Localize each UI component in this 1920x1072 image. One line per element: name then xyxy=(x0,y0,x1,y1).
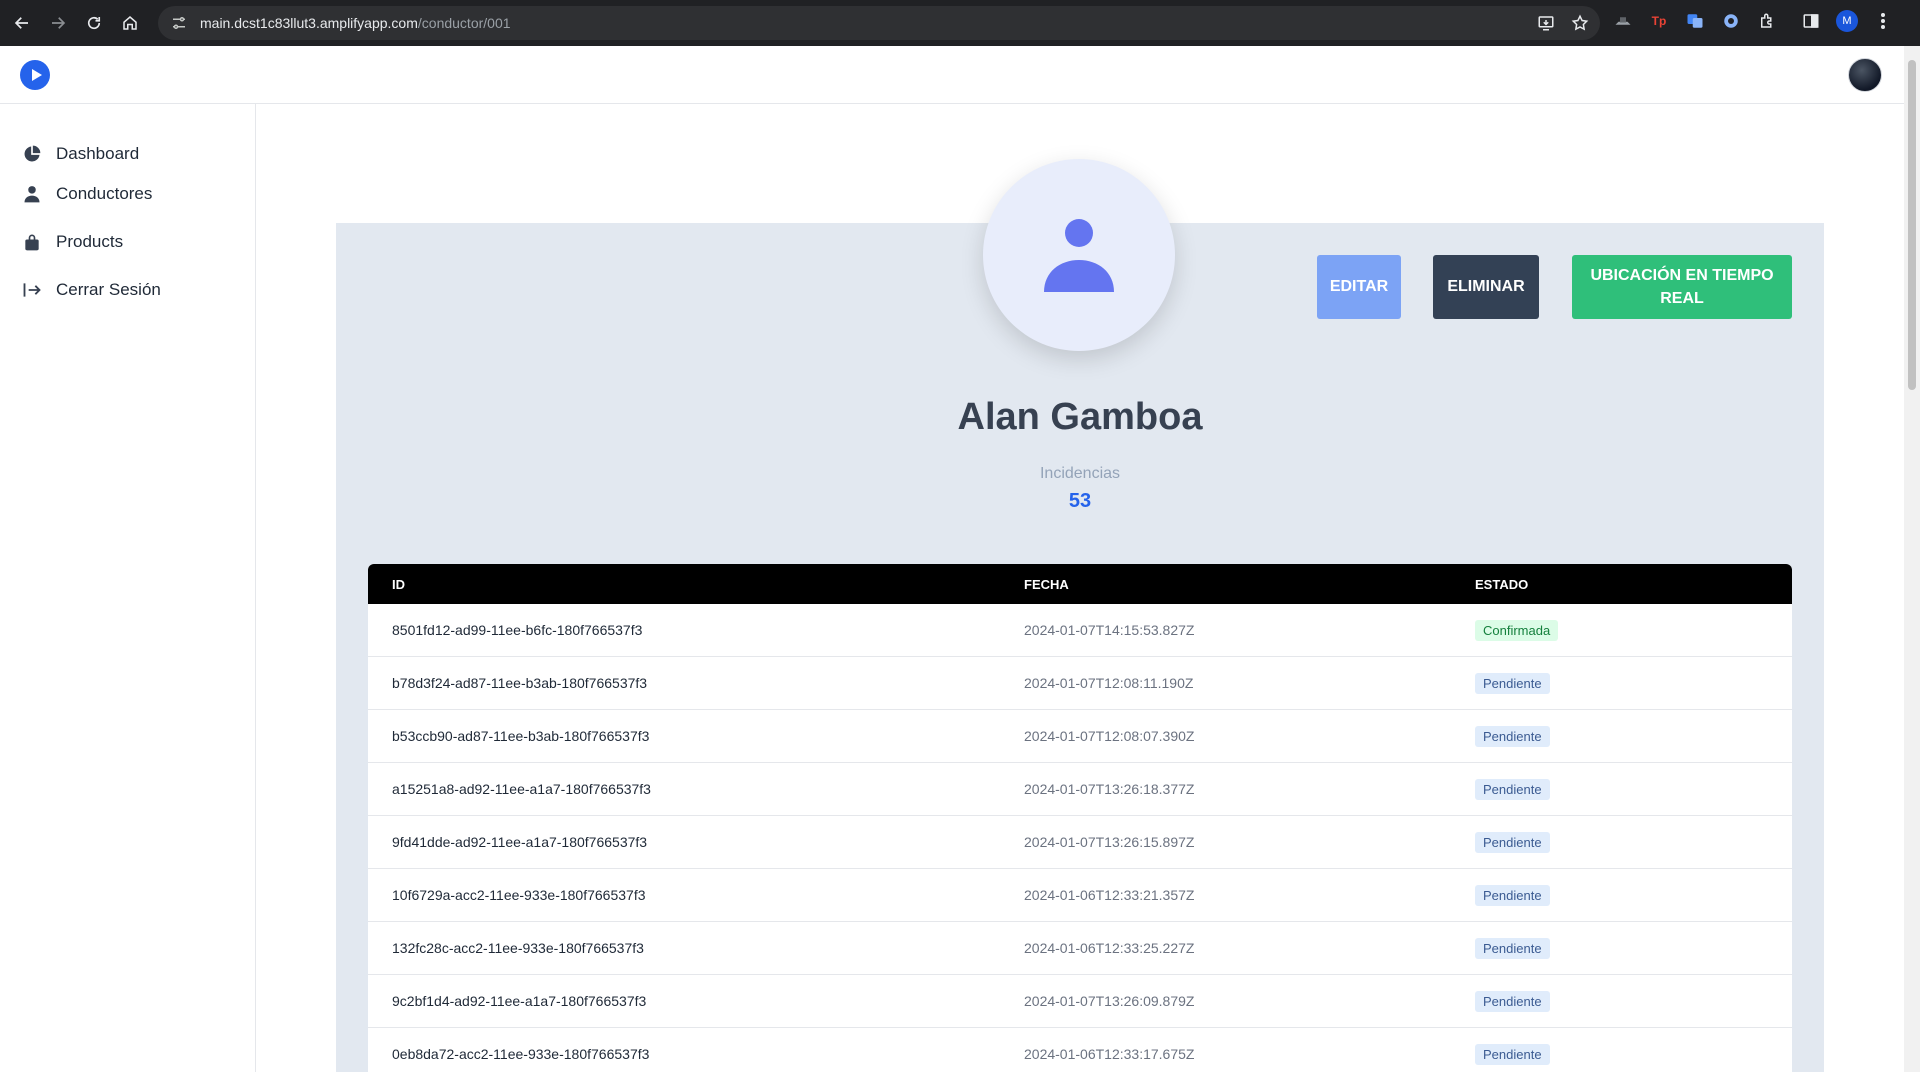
row-state: Pendiente xyxy=(1475,725,1792,747)
driver-avatar xyxy=(983,159,1175,351)
row-state: Pendiente xyxy=(1475,1043,1792,1065)
row-state: Pendiente xyxy=(1475,990,1792,1012)
row-state: Pendiente xyxy=(1475,778,1792,800)
row-id: b78d3f24-ad87-11ee-b3ab-180f766537f3 xyxy=(392,675,648,691)
row-date: 2024-01-06T12:33:21.357Z xyxy=(1024,887,1195,903)
app-logo-icon[interactable] xyxy=(20,60,50,90)
pie-chart-icon xyxy=(24,145,41,162)
status-badge: Pendiente xyxy=(1475,672,1550,694)
url-host: main.dcst1c83llut3.amplifyapp.com xyxy=(200,15,418,31)
extensions-puzzle-icon[interactable] xyxy=(1756,10,1778,32)
address-bar[interactable]: main.dcst1c83llut3.amplifyapp.com/conduc… xyxy=(158,6,1600,40)
row-date: 2024-01-07T13:26:18.377Z xyxy=(1024,781,1195,797)
row-state: Pendiente xyxy=(1475,937,1792,959)
table-row[interactable]: 132fc28c-acc2-11ee-933e-180f766537f3 2024… xyxy=(368,922,1792,975)
table-row[interactable]: 10f6729a-acc2-11ee-933e-180f766537f3 2024… xyxy=(368,869,1792,922)
incidents-count: 53 xyxy=(1068,490,1092,512)
table-row[interactable]: 8501fd12-ad99-11ee-b6fc-180f766537f3 2024… xyxy=(368,604,1792,657)
extension-tp-icon[interactable]: Tp xyxy=(1648,10,1670,32)
extension-hat-icon[interactable] xyxy=(1612,10,1634,32)
status-badge: Pendiente xyxy=(1475,778,1550,800)
row-id: 132fc28c-acc2-11ee-933e-180f766537f3 xyxy=(392,940,644,956)
delete-button[interactable]: ELIMINAR xyxy=(1433,255,1539,319)
browser-toolbar: main.dcst1c83llut3.amplifyapp.com/conduc… xyxy=(0,0,1920,46)
row-id: 0eb8da72-acc2-11ee-933e-180f766537f3 xyxy=(392,1046,650,1062)
table-header: ID FECHA ESTADO xyxy=(368,564,1792,604)
row-id: a15251a8-ad92-11ee-a1a7-180f766537f3 xyxy=(392,781,651,797)
reload-icon[interactable] xyxy=(76,5,112,41)
row-state: Confirmada xyxy=(1475,619,1792,641)
row-date: 2024-01-06T12:33:17.675Z xyxy=(1024,1046,1195,1062)
translate-icon[interactable] xyxy=(1684,10,1706,32)
driver-name: Alan Gamboa xyxy=(957,396,1203,438)
row-id: 9c2bf1d4-ad92-11ee-a1a7-180f766537f3 xyxy=(392,993,647,1009)
incidents-label: Incidencias xyxy=(1039,465,1121,482)
site-info-icon[interactable] xyxy=(170,14,188,32)
back-arrow-icon[interactable] xyxy=(4,5,40,41)
browser-profile-avatar[interactable]: M xyxy=(1836,10,1858,32)
status-badge: Pendiente xyxy=(1475,725,1550,747)
column-header-state: ESTADO xyxy=(1475,576,1529,592)
forward-arrow-icon[interactable] xyxy=(40,5,76,41)
row-date: 2024-01-07T13:26:09.879Z xyxy=(1024,993,1195,1009)
status-badge: Confirmada xyxy=(1475,619,1559,641)
sidebar: Dashboard Conductores Products Cerrar Se… xyxy=(0,104,256,1072)
logout-icon xyxy=(23,283,41,297)
install-app-icon[interactable] xyxy=(1536,13,1556,33)
live-location-button[interactable]: UBICACIÓN EN TIEMPO REAL xyxy=(1572,255,1792,319)
sidebar-item-dashboard[interactable]: Dashboard xyxy=(0,134,255,174)
table-row[interactable]: 0eb8da72-acc2-11ee-933e-180f766537f3 2024… xyxy=(368,1028,1792,1072)
status-badge: Pendiente xyxy=(1475,937,1550,959)
status-badge: Pendiente xyxy=(1475,1043,1550,1065)
browser-menu-icon[interactable] xyxy=(1872,10,1894,32)
row-id: 10f6729a-acc2-11ee-933e-180f766537f3 xyxy=(392,887,646,903)
status-badge: Pendiente xyxy=(1475,831,1550,853)
side-panel-icon[interactable] xyxy=(1800,10,1822,32)
sidebar-item-products[interactable]: Products xyxy=(0,222,255,262)
row-id: 8501fd12-ad99-11ee-b6fc-180f766537f3 xyxy=(392,622,643,638)
home-icon[interactable] xyxy=(112,5,148,41)
lock-bag-icon xyxy=(25,234,39,251)
column-header-id: ID xyxy=(392,576,405,592)
table-row[interactable]: b78d3f24-ad87-11ee-b3ab-180f766537f3 2024… xyxy=(368,657,1792,710)
status-badge: Pendiente xyxy=(1475,884,1550,906)
edit-button[interactable]: EDITAR xyxy=(1317,255,1401,319)
app-header xyxy=(0,46,1904,104)
page-scrollbar[interactable] xyxy=(1904,46,1920,1072)
table-row[interactable]: a15251a8-ad92-11ee-a1a7-180f766537f3 2024… xyxy=(368,763,1792,816)
row-state: Pendiente xyxy=(1475,831,1792,853)
incidents-table: ID FECHA ESTADO 8501fd12-ad99-11ee-b6fc-… xyxy=(368,564,1792,1072)
row-date: 2024-01-06T12:33:25.227Z xyxy=(1024,940,1195,956)
row-date: 2024-01-07T12:08:11.190Z xyxy=(1024,675,1194,691)
sidebar-item-label: Dashboard xyxy=(56,144,140,163)
row-state: Pendiente xyxy=(1475,884,1792,906)
sidebar-item-label: Cerrar Sesión xyxy=(56,280,161,299)
table-row[interactable]: 9c2bf1d4-ad92-11ee-a1a7-180f766537f3 2024… xyxy=(368,975,1792,1028)
sidebar-item-label: Conductores xyxy=(56,184,153,203)
column-header-date: FECHA xyxy=(1024,576,1069,592)
scrollbar-thumb[interactable] xyxy=(1908,60,1916,390)
row-date: 2024-01-07T14:15:53.827Z xyxy=(1024,622,1195,638)
sidebar-item-label: Products xyxy=(56,232,124,251)
table-row[interactable]: b53ccb90-ad87-11ee-b3ab-180f766537f3 2024… xyxy=(368,710,1792,763)
status-badge: Pendiente xyxy=(1475,990,1550,1012)
person-icon xyxy=(1044,219,1114,292)
extension-circle-icon[interactable] xyxy=(1720,10,1742,32)
user-avatar[interactable] xyxy=(1848,58,1882,92)
table-row[interactable]: 9fd41dde-ad92-11ee-a1a7-180f766537f3 2024… xyxy=(368,816,1792,869)
sidebar-item-cerrar-sesion[interactable]: Cerrar Sesión xyxy=(0,270,255,310)
row-state: Pendiente xyxy=(1475,672,1792,694)
row-date: 2024-01-07T13:26:15.897Z xyxy=(1024,834,1195,850)
user-icon xyxy=(24,186,40,203)
row-id: b53ccb90-ad87-11ee-b3ab-180f766537f3 xyxy=(392,728,650,744)
url-path: /conductor/001 xyxy=(417,15,511,31)
row-date: 2024-01-07T12:08:07.390Z xyxy=(1024,728,1195,744)
row-id: 9fd41dde-ad92-11ee-a1a7-180f766537f3 xyxy=(392,834,648,850)
bookmark-star-icon[interactable] xyxy=(1570,13,1590,33)
sidebar-item-conductores[interactable]: Conductores xyxy=(0,174,255,214)
